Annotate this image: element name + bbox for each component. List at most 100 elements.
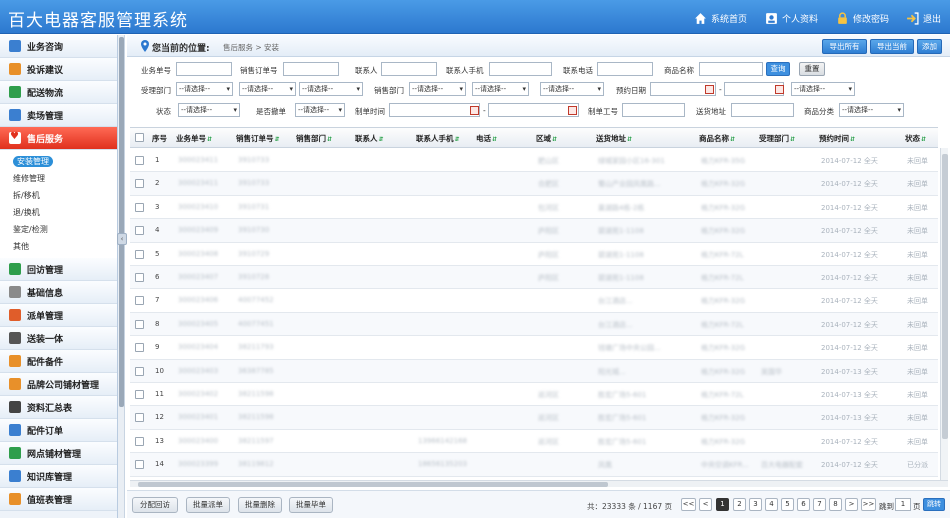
sidebar-item-dispatch[interactable]: 派单管理 xyxy=(0,304,117,327)
row-checkbox[interactable] xyxy=(135,390,144,399)
sidebar-item-callback[interactable]: 回访管理 xyxy=(0,258,117,281)
batch-close-button[interactable]: 批量毕单 xyxy=(289,497,333,513)
cancelled-select[interactable]: --请选择-- xyxy=(295,103,345,117)
submenu-item-repair[interactable]: 维修管理 xyxy=(0,170,117,187)
column-header-sales-dept[interactable]: 销售部门⇵ xyxy=(296,133,332,144)
sort-icon[interactable]: ⇵ xyxy=(790,136,795,143)
column-header-phone[interactable]: 电话⇵ xyxy=(476,133,497,144)
row-checkbox[interactable] xyxy=(135,319,144,329)
created-time-from-input[interactable] xyxy=(389,103,480,117)
sales-order-input[interactable] xyxy=(283,62,339,76)
calendar-icon[interactable] xyxy=(705,85,714,94)
table-row[interactable]: 12 300023401 38211598 巡河区 胜宏广场5-601 格力KFR-32G… xyxy=(130,406,938,430)
page-8-button[interactable]: 8 xyxy=(829,498,842,511)
table-row[interactable]: 10 300023403 36387785 阳光城... 格力KFR-32G 吴国华 201… xyxy=(130,359,938,383)
row-checkbox[interactable] xyxy=(135,366,144,376)
sort-icon[interactable]: ⇵ xyxy=(921,136,926,143)
table-scroll-thumb[interactable] xyxy=(942,154,948,439)
row-checkbox[interactable] xyxy=(135,179,144,189)
sort-icon[interactable]: ⇵ xyxy=(455,136,460,143)
product-name-input[interactable] xyxy=(699,62,763,76)
category-select[interactable]: --请选择-- xyxy=(839,103,904,117)
sidebar-item-brand-materials[interactable]: 品牌公司铺材管理 xyxy=(0,373,117,396)
column-header-status[interactable]: 状态⇵ xyxy=(905,133,926,144)
appt-period-select[interactable]: --请选择-- xyxy=(791,82,855,96)
calendar-icon[interactable] xyxy=(775,85,784,94)
goto-page-button[interactable]: 跳转 xyxy=(923,498,945,511)
row-checkbox[interactable] xyxy=(135,296,144,306)
sidebar-collapse-button[interactable]: ‹ xyxy=(117,233,127,245)
sidebar-item-basic-info[interactable]: 基础信息 xyxy=(0,281,117,304)
export-all-button[interactable]: 导出所有 xyxy=(822,39,867,54)
submenu-item-other[interactable]: 其他 xyxy=(0,238,117,255)
page-4-button[interactable]: 4 xyxy=(765,498,778,511)
status-select[interactable]: --请选择-- xyxy=(178,103,240,117)
column-header-contact-mobile[interactable]: 联系人手机⇵ xyxy=(416,133,460,144)
column-header-sales-order[interactable]: 销售订单号⇵ xyxy=(236,133,280,144)
contact-mobile-input[interactable] xyxy=(489,62,552,76)
row-checkbox[interactable] xyxy=(135,436,144,446)
last-page-button[interactable]: >> xyxy=(861,498,876,511)
contact-input[interactable] xyxy=(381,62,437,76)
prev-page-button[interactable]: < xyxy=(699,498,712,511)
assign-callback-button[interactable]: 分配回访 xyxy=(132,497,178,513)
sales-dept-select-3[interactable]: --请选择-- xyxy=(540,82,604,96)
sort-icon[interactable]: ⇵ xyxy=(850,136,855,143)
address-input[interactable] xyxy=(731,103,794,117)
page-1-button[interactable]: 1 xyxy=(716,498,729,511)
nav-logout[interactable]: 退出 xyxy=(906,10,941,26)
page-3-button[interactable]: 3 xyxy=(749,498,762,511)
table-row[interactable]: 9 300023404 38211793 钱塘广场中央公园... 格力KFR-32G 20… xyxy=(130,336,938,360)
accept-dept-select-1[interactable]: --请选择-- xyxy=(176,82,233,96)
nav-profile[interactable]: 个人资料 xyxy=(765,10,818,26)
sales-dept-select-1[interactable]: --请选择-- xyxy=(409,82,466,96)
row-checkbox[interactable] xyxy=(135,226,144,236)
breadcrumb-path[interactable]: 售后服务 > 安装 xyxy=(223,42,279,53)
sidebar-item-parts[interactable]: 配件备件 xyxy=(0,350,117,373)
query-button[interactable]: 查询 xyxy=(766,62,790,76)
sort-icon[interactable]: ⇵ xyxy=(207,136,212,143)
add-button[interactable]: 添加 xyxy=(917,39,942,54)
batch-dispatch-button[interactable]: 批量派单 xyxy=(186,497,230,513)
sidebar-item-duty-roster[interactable]: 值班表管理 xyxy=(0,488,117,511)
sort-icon[interactable]: ⇵ xyxy=(552,136,557,143)
next-page-button[interactable]: > xyxy=(845,498,858,511)
column-header-address[interactable]: 送货地址⇵ xyxy=(596,133,632,144)
table-row[interactable]: 6 300023407 3910728 庐阳区 碧湖苑1-1108 格力KFR-72L 20… xyxy=(130,266,938,290)
sidebar-item-store[interactable]: 卖场管理 xyxy=(0,104,117,127)
table-row[interactable]: 13 300023400 38211597 13966142168 巡河区 胜宏广场5-6… xyxy=(130,430,938,454)
first-page-button[interactable]: << xyxy=(681,498,696,511)
column-header-contact[interactable]: 联系人⇵ xyxy=(355,133,384,144)
sidebar-item-summary[interactable]: 资料汇总表 xyxy=(0,396,117,419)
export-current-button[interactable]: 导出当前 xyxy=(870,39,914,54)
column-header-product[interactable]: 商品名称⇵ xyxy=(699,133,735,144)
table-row[interactable]: 1 300023411 3910733 肥山区 绿城家园小区16-301 格力KFR-35… xyxy=(130,149,938,173)
creator-id-input[interactable] xyxy=(622,103,685,117)
table-horizontal-scrollbar[interactable] xyxy=(130,480,948,487)
sort-icon[interactable]: ⇵ xyxy=(379,136,384,143)
row-checkbox[interactable] xyxy=(135,273,144,282)
select-all-checkbox[interactable] xyxy=(135,133,144,142)
nav-change-password[interactable]: 修改密码 xyxy=(836,10,889,26)
page-2-button[interactable]: 2 xyxy=(733,498,746,511)
sidebar-item-complaints[interactable]: 投诉建议 xyxy=(0,58,117,81)
goto-page-input[interactable]: 1 xyxy=(895,498,911,511)
business-no-input[interactable] xyxy=(176,62,232,76)
accept-dept-select-2[interactable]: --请选择-- xyxy=(239,82,296,96)
page-6-button[interactable]: 6 xyxy=(797,498,810,511)
column-header-business-no[interactable]: 业务单号⇵ xyxy=(176,133,212,144)
row-checkbox[interactable] xyxy=(135,249,144,259)
row-checkbox[interactable] xyxy=(135,460,144,470)
created-time-to-input[interactable] xyxy=(488,103,579,117)
row-checkbox[interactable] xyxy=(135,413,144,423)
submenu-item-return[interactable]: 退/换机 xyxy=(0,204,117,221)
sidebar-scrollbar[interactable] xyxy=(118,35,125,518)
sidebar-item-knowledge[interactable]: 知识库管理 xyxy=(0,465,117,488)
table-row[interactable]: 5 300023408 3910729 庐阳区 碧湖苑1-1108 格力KFR-72L 20… xyxy=(130,243,938,266)
sales-dept-select-2[interactable]: --请选择-- xyxy=(472,82,529,96)
nav-home[interactable]: 系统首页 xyxy=(694,10,747,26)
sort-icon[interactable]: ⇵ xyxy=(730,136,735,143)
table-row[interactable]: 11 300023402 38211598 巡河区 胜宏广场5-601 格力KFR-72L… xyxy=(130,383,938,407)
table-hscroll-thumb[interactable] xyxy=(138,482,608,487)
row-checkbox[interactable] xyxy=(135,156,144,165)
